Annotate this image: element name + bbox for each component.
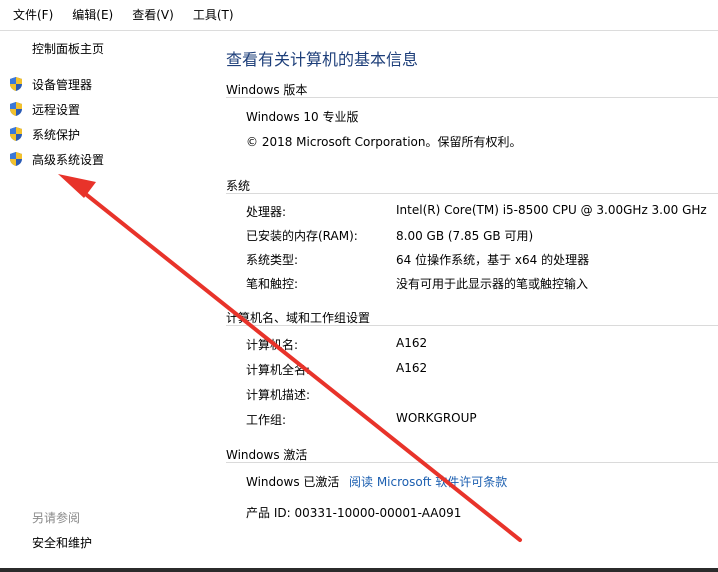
uac-shield-icon [8,76,24,92]
page-title: 查看有关计算机的基本信息 [226,50,419,69]
sidebar-item-label: 系统保护 [32,127,81,142]
main-panel: 查看有关计算机的基本信息 Windows 版本 Windows 10 专业版 ©… [206,31,718,572]
section-heading-computer-name: 计算机名、域和工作组设置 [226,311,371,325]
section-divider [226,97,718,98]
copyright-text: © 2018 Microsoft Corporation。保留所有权利。 [246,135,522,149]
sidebar: 控制面板主页 设备管理器 远程设置 系统保护 高级系统设置 另请参阅 安全和维护 [0,31,206,572]
windows-edition-name: Windows 10 专业版 [246,110,359,124]
full-computer-name-label: 计算机全名: [246,363,311,377]
sidebar-item-label: 远程设置 [32,102,81,117]
section-heading-windows-activation: Windows 激活 [226,448,308,462]
menu-view[interactable]: 查看(V) [126,1,180,29]
computer-description-label: 计算机描述: [246,388,311,402]
processor-label: 处理器: [246,205,287,219]
menu-edit[interactable]: 编辑(E) [66,1,119,29]
system-type-label: 系统类型: [246,253,299,267]
workgroup-label: 工作组: [246,413,287,427]
uac-shield-icon [8,126,24,142]
sidebar-item-label: 高级系统设置 [32,152,105,167]
uac-shield-icon [8,151,24,167]
computer-name-value: A162 [396,336,428,350]
ram-label: 已安装的内存(RAM): [246,229,358,243]
taskbar-edge [0,568,718,572]
menu-tools[interactable]: 工具(T) [187,1,240,29]
sidebar-item-device-manager[interactable]: 设备管理器 [8,74,92,94]
license-terms-link[interactable]: 阅读 Microsoft 软件许可条款 [349,473,507,490]
section-divider [226,462,718,463]
section-divider [226,193,718,194]
activation-status: Windows 已激活 [246,475,340,489]
workgroup-value: WORKGROUP [396,411,477,425]
sidebar-item-system-protection[interactable]: 系统保护 [8,124,80,144]
sidebar-item-label: 设备管理器 [32,77,93,92]
sidebar-item-advanced-system-settings[interactable]: 高级系统设置 [8,149,104,169]
product-id: 产品 ID: 00331-10000-00001-AA091 [246,506,462,520]
pen-touch-label: 笔和触控: [246,277,299,291]
full-computer-name-value: A162 [396,361,428,375]
system-type-value: 64 位操作系统，基于 x64 的处理器 [396,253,590,267]
control-panel-home-link[interactable]: 控制面板主页 [32,40,104,57]
computer-name-label: 计算机名: [246,338,299,352]
menu-bar: 文件(F) 编辑(E) 查看(V) 工具(T) [0,0,718,31]
ram-value: 8.00 GB (7.85 GB 可用) [396,229,534,243]
processor-value: Intel(R) Core(TM) i5-8500 CPU @ 3.00GHz … [396,203,707,217]
security-and-maintenance-link[interactable]: 安全和维护 [32,534,92,551]
see-also-heading: 另请参阅 [32,511,81,525]
pen-touch-value: 没有可用于此显示器的笔或触控输入 [396,277,589,291]
sidebar-item-remote-settings[interactable]: 远程设置 [8,99,80,119]
uac-shield-icon [8,101,24,117]
section-heading-system: 系统 [226,179,251,193]
section-divider [226,325,718,326]
section-heading-windows-edition: Windows 版本 [226,83,308,97]
menu-file[interactable]: 文件(F) [7,1,59,29]
